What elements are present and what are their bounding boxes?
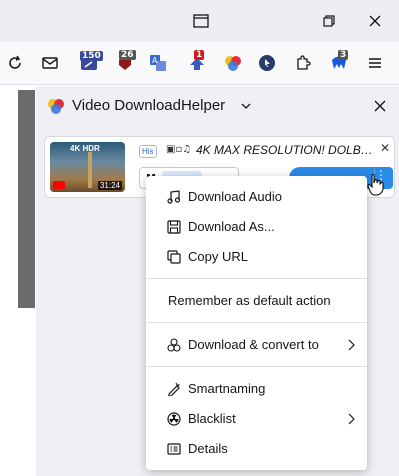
save-icon: [167, 220, 181, 234]
badge-count: 3: [338, 50, 349, 60]
video-title: 4K MAX RESOLUTION! DOLBY VISION: [196, 143, 376, 157]
menu-item-remember-default[interactable]: Remember as default action: [146, 286, 367, 316]
menu-item-copy-url[interactable]: Copy URL: [146, 242, 367, 272]
puzzle-icon: [297, 55, 311, 70]
window-icon: [193, 14, 209, 28]
menu-item-label: Download As...: [188, 219, 275, 234]
menu-item-label: Copy URL: [188, 249, 248, 264]
radiation-icon: [167, 412, 181, 426]
translate-button[interactable]: A: [145, 50, 171, 76]
chevron-right-icon: [348, 339, 355, 351]
pointer-icon: [259, 55, 275, 71]
menu-divider: [146, 366, 367, 367]
cursor-extension-button[interactable]: [254, 50, 280, 76]
mail-button[interactable]: [37, 50, 63, 76]
smartnaming-icon: [168, 382, 181, 396]
menu-item-download-as[interactable]: Download As...: [146, 212, 367, 242]
restore-button[interactable]: [316, 8, 342, 34]
menu-item-label: Remember as default action: [168, 293, 331, 308]
mail-icon: [42, 57, 58, 69]
video-audio-icon: ▣▫♫: [166, 144, 192, 155]
menu-divider: [146, 278, 367, 279]
format-tag: His: [139, 145, 157, 158]
menu-item-download-audio[interactable]: Download Audio: [146, 182, 367, 212]
reload-icon: [9, 55, 21, 69]
context-menu: Download Audio Download As... Copy URL R…: [146, 176, 367, 470]
badge-count: 1: [194, 50, 205, 60]
reload-button[interactable]: [2, 50, 28, 76]
menu-divider: [146, 322, 367, 323]
translate-icon: A: [150, 55, 166, 71]
panel-header: Video DownloadHelper: [36, 86, 399, 128]
chevron-down-icon[interactable]: [241, 102, 251, 110]
menu-item-blacklist[interactable]: Blacklist: [146, 404, 367, 434]
menu-item-label: Smartnaming: [188, 381, 266, 396]
hamburger-icon: [369, 58, 381, 68]
menu-item-label: Download & convert to: [188, 337, 319, 352]
malwarebytes-button[interactable]: 3: [326, 50, 352, 76]
menu-item-download-convert[interactable]: Download & convert to: [146, 330, 367, 360]
close-icon: [369, 15, 381, 27]
close-icon[interactable]: [374, 100, 386, 112]
video-thumbnail[interactable]: 4K HDR 31:24: [50, 142, 125, 192]
menu-item-label: Details: [188, 441, 228, 456]
downloadhelper-icon: [225, 56, 241, 71]
window-titlebar: [0, 0, 399, 42]
chevron-right-icon: [348, 413, 355, 425]
svg-text:A: A: [152, 56, 158, 65]
extension-1-button[interactable]: 150: [76, 50, 103, 76]
page-sidebar-strip: [18, 90, 35, 308]
extension-2-button[interactable]: 26: [112, 50, 138, 76]
youtube-icon: [53, 181, 65, 189]
music-note-icon: [167, 190, 181, 204]
badge-count: 150: [80, 51, 103, 61]
window-close-button[interactable]: [362, 8, 388, 34]
tab-overview-button[interactable]: [188, 8, 214, 34]
details-icon: [167, 443, 181, 455]
convert-icon: [167, 338, 181, 352]
menu-item-label: Blacklist: [188, 411, 236, 426]
menu-item-smartnaming[interactable]: Smartnaming: [146, 374, 367, 404]
remove-item-icon[interactable]: ✕: [380, 141, 390, 155]
panel-title[interactable]: Video DownloadHelper: [72, 97, 225, 114]
downloadhelper-logo-icon: [48, 99, 64, 114]
copy-icon: [167, 250, 181, 264]
extensions-button[interactable]: [290, 50, 316, 76]
thumbnail-art: [88, 152, 92, 188]
video-duration: 31:24: [97, 181, 122, 190]
menu-item-details[interactable]: Details: [146, 434, 367, 464]
downloadhelper-button[interactable]: [220, 50, 246, 76]
restore-icon: [323, 15, 335, 27]
badge-count: 26: [119, 50, 136, 60]
extension-4-button[interactable]: 1: [184, 50, 210, 76]
thumbnail-label: 4K HDR: [70, 144, 100, 153]
browser-toolbar: 150 26 A 1 3: [0, 42, 399, 85]
hand-cursor-icon: [367, 174, 384, 196]
menu-item-label: Download Audio: [188, 189, 282, 204]
menu-button[interactable]: [362, 50, 388, 76]
